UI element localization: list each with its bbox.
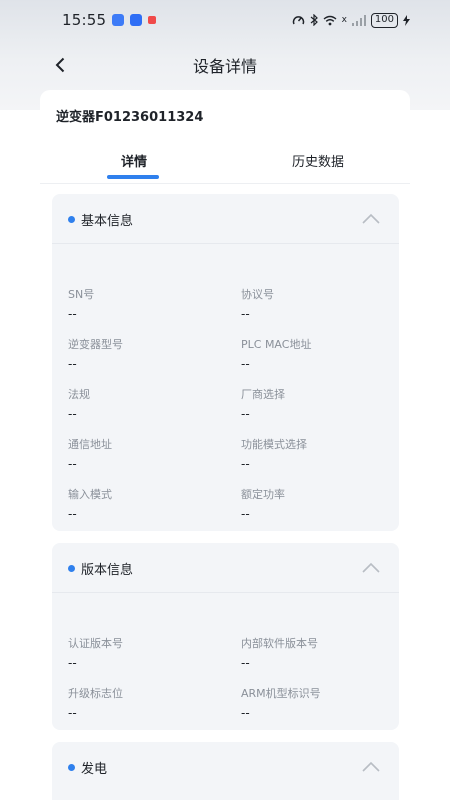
power-title: 发电: [81, 762, 108, 777]
field-plc-mac: PLC MAC地址 --: [241, 336, 311, 371]
basic-info-header[interactable]: 基本信息: [52, 194, 399, 244]
field-value: --: [68, 706, 77, 720]
field-value: --: [68, 307, 77, 321]
field-value: --: [241, 656, 250, 670]
notification-app-icon: [112, 14, 125, 26]
device-name: 逆变器F01236011324: [56, 110, 204, 125]
charging-icon: [403, 14, 410, 26]
field-label: 升级标志位: [68, 687, 123, 700]
wifi-icon: [323, 15, 337, 25]
field-label: 额定功率: [241, 488, 285, 501]
field-sn: SN号 --: [68, 286, 94, 321]
field-value: --: [241, 457, 250, 471]
field-value: --: [68, 407, 77, 421]
field-function-mode: 功能模式选择 --: [241, 436, 307, 471]
field-label: 认证版本号: [68, 637, 123, 650]
chevron-up-icon[interactable]: [361, 761, 381, 773]
battery-level: 100: [370, 12, 398, 28]
basic-info-title: 基本信息: [81, 214, 134, 229]
power-card: 发电: [52, 742, 399, 800]
signal-label: x: [341, 15, 347, 25]
field-value: --: [241, 357, 250, 371]
field-label: SN号: [68, 288, 95, 301]
field-value: --: [68, 507, 77, 521]
status-right: x 100: [292, 12, 410, 28]
version-info-card: 版本信息 认证版本号 -- 内部软件版本号 -- 升级标志位 -- ARM机型标…: [52, 543, 399, 730]
version-info-title: 版本信息: [81, 563, 134, 578]
chevron-up-icon[interactable]: [361, 562, 381, 574]
field-label: PLC MAC地址: [241, 338, 312, 351]
field-label: 内部软件版本号: [241, 637, 318, 650]
field-label: 逆变器型号: [68, 338, 123, 351]
speed-icon: [292, 16, 304, 25]
field-value: --: [68, 457, 77, 471]
back-icon[interactable]: [50, 54, 70, 76]
field-value: --: [241, 407, 250, 421]
signal-icon: [351, 14, 366, 26]
field-vendor: 厂商选择 --: [241, 386, 285, 421]
field-value: --: [241, 507, 250, 521]
page-title: 设备详情: [192, 57, 257, 76]
tab-indicator: [107, 175, 159, 179]
field-value: --: [241, 706, 250, 720]
status-bar: 15:55 x 100: [0, 0, 450, 40]
field-label: 功能模式选择: [241, 438, 307, 451]
status-time: 15:55: [62, 11, 107, 29]
field-value: --: [241, 307, 250, 321]
field-protocol: 协议号 --: [241, 286, 274, 321]
power-header[interactable]: 发电: [52, 742, 399, 792]
content-sheet: 逆变器F01236011324 详情 历史数据 基本信息 SN号 -- 协议号 …: [40, 90, 410, 800]
section-dot: [68, 216, 75, 223]
field-label: 协议号: [241, 288, 274, 301]
notification-red-icon: [148, 16, 157, 24]
field-regulation: 法规 --: [68, 386, 90, 421]
bluetooth-icon: [310, 14, 318, 26]
field-label: ARM机型标识号: [241, 687, 321, 700]
section-dot: [68, 565, 75, 572]
field-comm-address: 通信地址 --: [68, 436, 112, 471]
field-value: --: [68, 656, 77, 670]
tab-history[interactable]: 历史数据: [292, 151, 344, 170]
field-label: 厂商选择: [241, 388, 285, 401]
section-dot: [68, 764, 75, 771]
notification-search-icon: [130, 14, 143, 26]
field-cert-version: 认证版本号 --: [68, 635, 123, 670]
field-arm-model-id: ARM机型标识号 --: [241, 685, 321, 720]
field-label: 法规: [68, 388, 90, 401]
tab-bar: 详情 历史数据: [40, 142, 410, 184]
field-internal-sw-version: 内部软件版本号 --: [241, 635, 318, 670]
field-inverter-model: 逆变器型号 --: [68, 336, 123, 371]
chevron-up-icon[interactable]: [361, 213, 381, 225]
version-info-header[interactable]: 版本信息: [52, 543, 399, 593]
field-rated-power: 额定功率 --: [241, 486, 285, 521]
basic-info-card: 基本信息 SN号 -- 协议号 -- 逆变器型号 -- PLC MAC地址 --…: [52, 194, 399, 531]
field-label: 输入模式: [68, 488, 112, 501]
field-input-mode: 输入模式 --: [68, 486, 112, 521]
tab-details[interactable]: 详情: [121, 151, 147, 170]
field-label: 通信地址: [68, 438, 112, 451]
status-left: 15:55: [62, 11, 157, 29]
field-value: --: [68, 357, 77, 371]
header: 设备详情: [0, 44, 450, 86]
field-upgrade-flag: 升级标志位 --: [68, 685, 123, 720]
